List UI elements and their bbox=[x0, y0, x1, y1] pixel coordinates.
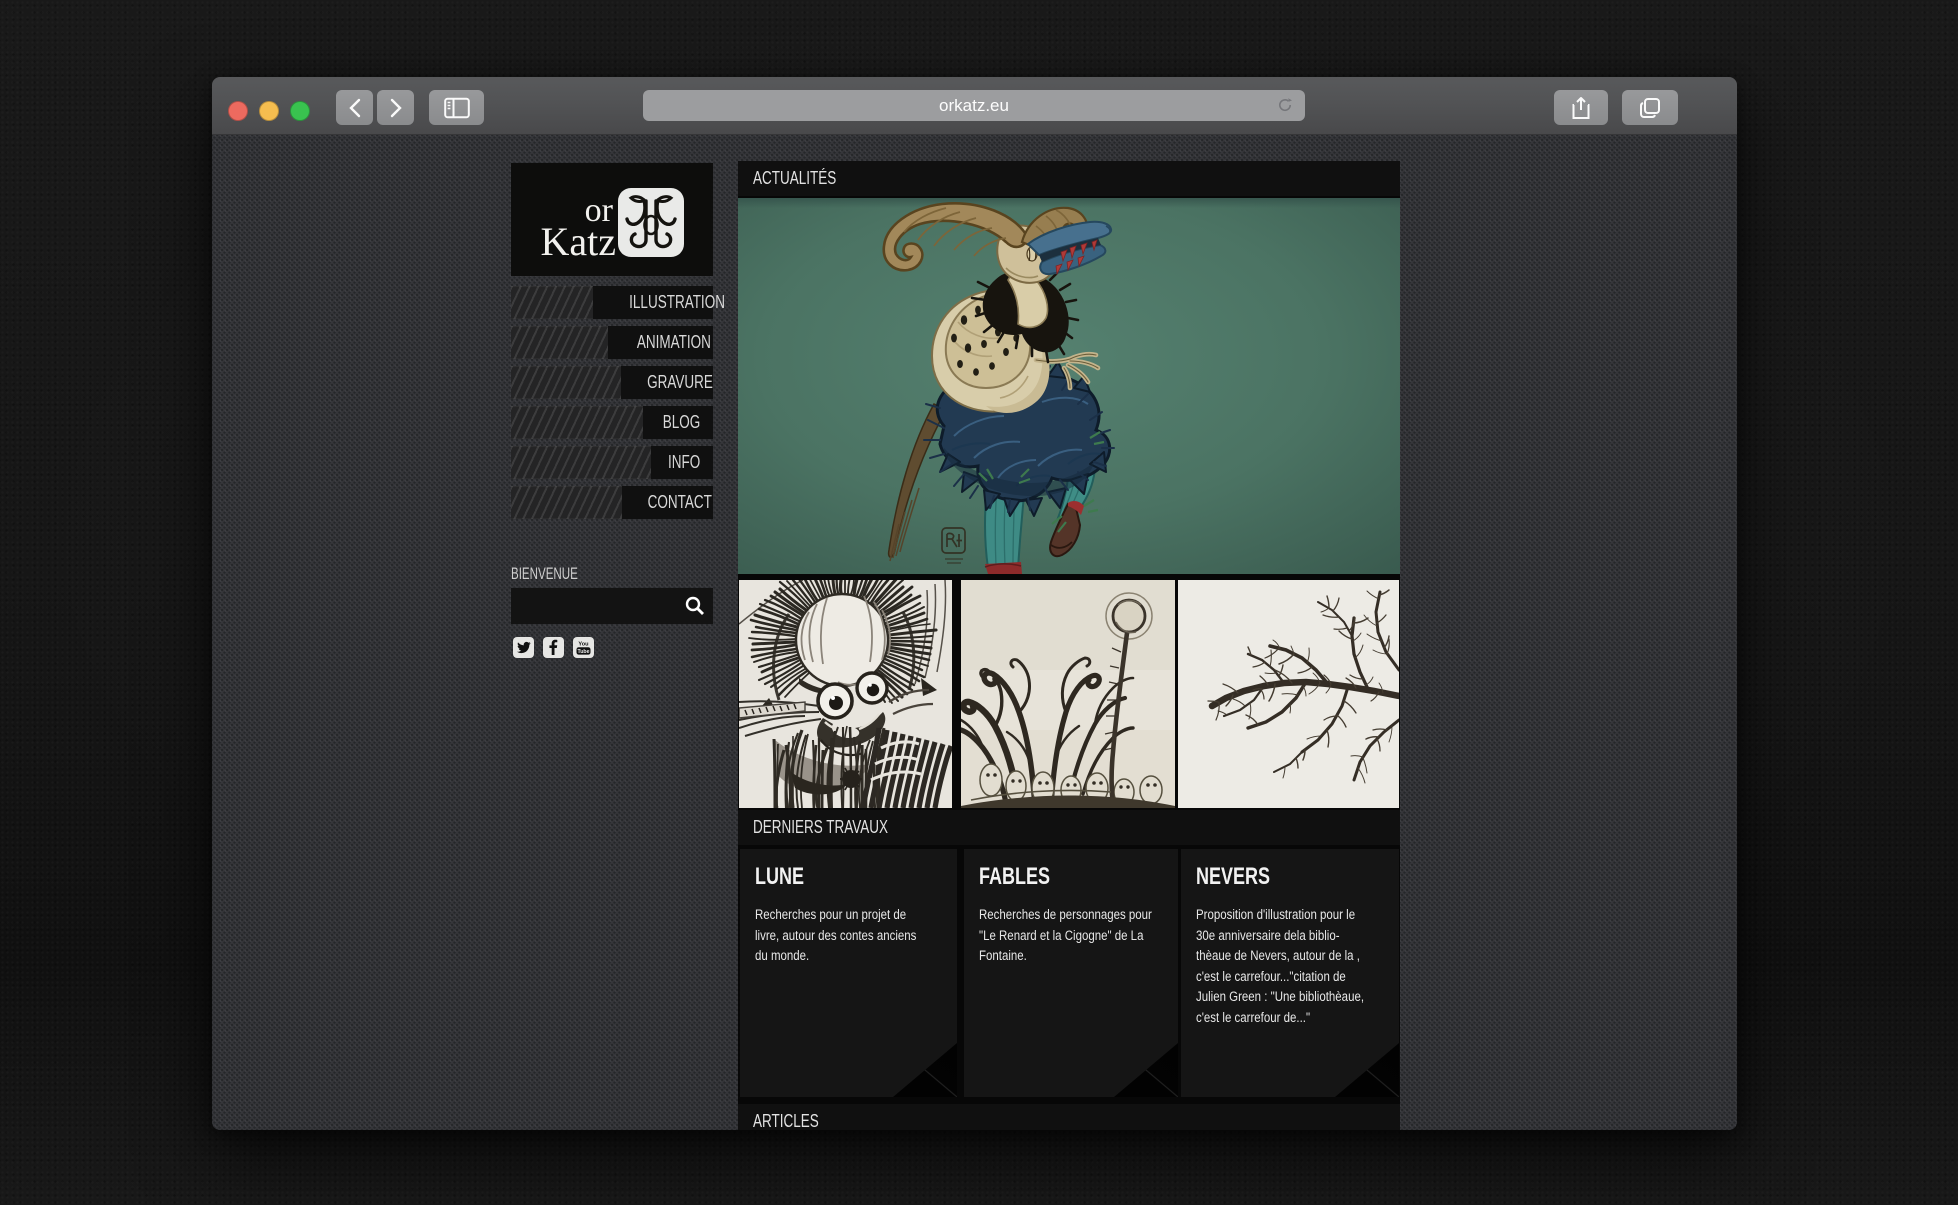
svg-text:You: You bbox=[578, 642, 589, 648]
svg-text:Tube: Tube bbox=[577, 649, 589, 655]
